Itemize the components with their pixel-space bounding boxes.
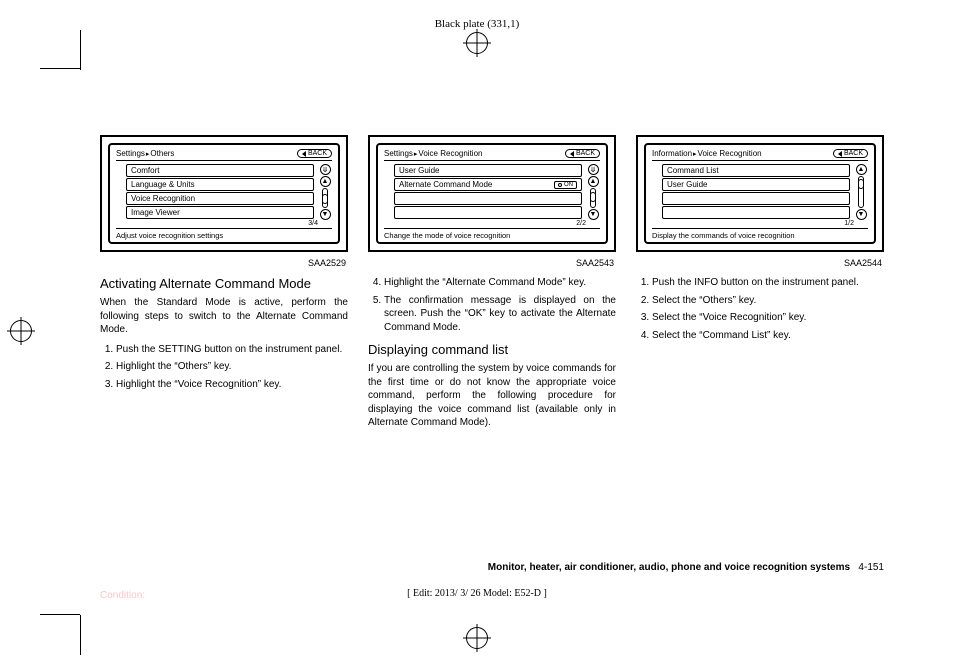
list-item[interactable]: Language & Units — [126, 178, 314, 191]
figure-caption: SAA2529 — [100, 258, 348, 268]
steps-list: Push the INFO button on the instrument p… — [636, 276, 884, 342]
toggle-on-badge: ON — [554, 181, 577, 189]
register-mark-top — [466, 32, 488, 54]
menu-list: Command List User Guide — [662, 164, 850, 220]
figure-caption: SAA2543 — [368, 258, 616, 268]
scroll-top-icon[interactable]: ⤋ — [320, 164, 331, 175]
list-item: Select the “Command List” key. — [652, 329, 884, 343]
screenshot-1: Settings▸Others BACK Comfort Language & … — [100, 135, 348, 252]
status-bar: Change the mode of voice recognition — [384, 228, 600, 240]
list-item: Push the INFO button on the instrument p… — [652, 276, 884, 290]
register-mark-left — [10, 320, 32, 342]
scrollbar[interactable]: ⤋ ▲ ▼ — [586, 164, 600, 220]
list-item[interactable]: User Guide — [394, 164, 582, 177]
page-counter: 2/2 — [384, 220, 586, 227]
list-item: Highlight the “Voice Recognition” key. — [116, 378, 348, 392]
list-item[interactable] — [662, 206, 850, 219]
back-button[interactable]: BACK — [297, 149, 332, 158]
steps-list: Push the SETTING button on the instrumen… — [100, 343, 348, 392]
list-item[interactable] — [394, 206, 582, 219]
condition-label: Condition: — [100, 590, 145, 601]
list-item: Select the “Voice Recognition” key. — [652, 311, 884, 325]
list-item[interactable]: Comfort — [126, 164, 314, 177]
crop-mark — [40, 614, 80, 615]
scroll-up-icon[interactable]: ▲ — [320, 176, 331, 187]
menu-list: User Guide Alternate Command Mode ON — [394, 164, 582, 220]
heading-displaying: Displaying command list — [368, 342, 616, 357]
paragraph: When the Standard Mode is active, perfor… — [100, 296, 348, 337]
breadcrumb: Information▸Voice Recognition — [652, 149, 833, 158]
breadcrumb: Settings▸Others — [116, 149, 297, 158]
list-item: Highlight the “Alternate Command Mode” k… — [384, 276, 616, 290]
list-item[interactable] — [662, 192, 850, 205]
scroll-up-icon[interactable]: ▲ — [588, 176, 599, 187]
section-footer: Monitor, heater, air conditioner, audio,… — [488, 562, 884, 573]
screenshot-2: Settings▸Voice Recognition BACK User Gui… — [368, 135, 616, 252]
list-item[interactable]: User Guide — [662, 178, 850, 191]
back-icon — [570, 151, 574, 157]
screenshot-3: Information▸Voice Recognition BACK Comma… — [636, 135, 884, 252]
column-1: Settings▸Others BACK Comfort Language & … — [100, 135, 348, 561]
list-item[interactable] — [394, 192, 582, 205]
steps-list: Highlight the “Alternate Command Mode” k… — [368, 276, 616, 334]
back-icon — [302, 151, 306, 157]
back-button[interactable]: BACK — [565, 149, 600, 158]
back-button[interactable]: BACK — [833, 149, 868, 158]
list-item[interactable]: Command List — [662, 164, 850, 177]
list-item: The confirmation message is displayed on… — [384, 294, 616, 335]
status-bar: Display the commands of voice recognitio… — [652, 228, 868, 240]
scroll-down-icon[interactable]: ▼ — [588, 209, 599, 220]
paragraph: If you are controlling the system by voi… — [368, 362, 616, 430]
list-item[interactable]: Image Viewer — [126, 206, 314, 219]
heading-activating: Activating Alternate Command Mode — [100, 276, 348, 291]
breadcrumb: Settings▸Voice Recognition — [384, 149, 565, 158]
page-content: Settings▸Others BACK Comfort Language & … — [100, 135, 884, 561]
list-item[interactable]: Voice Recognition — [126, 192, 314, 205]
scroll-up-icon[interactable]: ▲ — [856, 164, 867, 175]
list-item: Highlight the “Others” key. — [116, 360, 348, 374]
page-counter: 3/4 — [116, 220, 318, 227]
scrollbar[interactable]: ⤋ ▲ ▼ — [318, 164, 332, 220]
scrollbar[interactable]: ▲ ▼ — [854, 164, 868, 220]
scroll-top-icon[interactable]: ⤋ — [588, 164, 599, 175]
list-item: Select the “Others” key. — [652, 294, 884, 308]
column-3: Information▸Voice Recognition BACK Comma… — [636, 135, 884, 561]
register-mark-bottom — [466, 627, 488, 649]
column-2: Settings▸Voice Recognition BACK User Gui… — [368, 135, 616, 561]
crop-mark — [80, 30, 81, 70]
scroll-down-icon[interactable]: ▼ — [320, 209, 331, 220]
status-bar: Adjust voice recognition settings — [116, 228, 332, 240]
crop-mark — [40, 68, 80, 69]
list-item[interactable]: Alternate Command Mode ON — [394, 178, 582, 191]
edit-info: [ Edit: 2013/ 3/ 26 Model: E52-D ] — [407, 588, 547, 599]
scroll-down-icon[interactable]: ▼ — [856, 209, 867, 220]
list-item: Push the SETTING button on the instrumen… — [116, 343, 348, 357]
figure-caption: SAA2544 — [636, 258, 884, 268]
page-counter: 1/2 — [652, 220, 854, 227]
menu-list: Comfort Language & Units Voice Recogniti… — [126, 164, 314, 220]
crop-mark — [80, 615, 81, 655]
back-icon — [838, 151, 842, 157]
